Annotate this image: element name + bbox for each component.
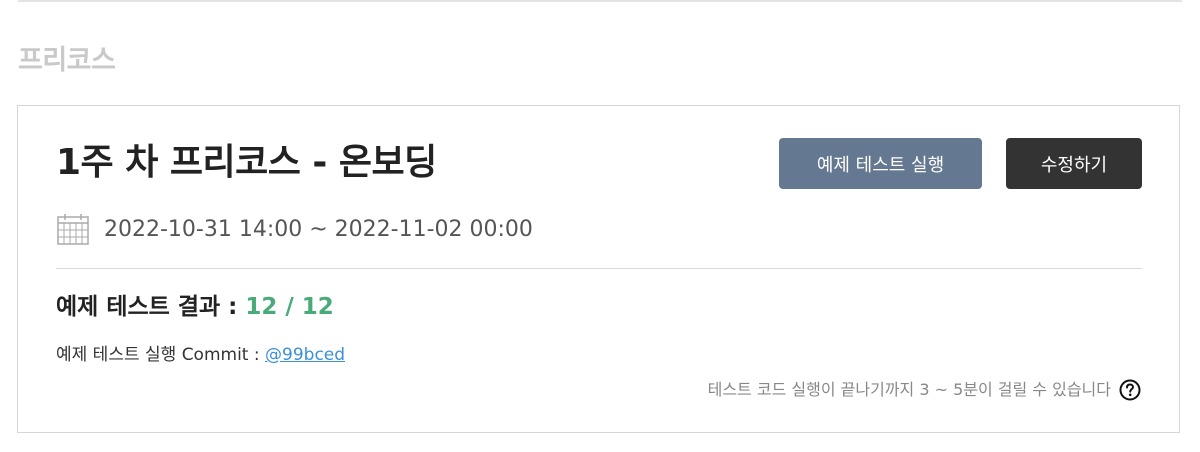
date-range-text: 2022-10-31 14:00 ~ 2022-11-02 00:00 (104, 216, 533, 242)
course-title: 1주 차 프리코스 - 온보딩 (56, 142, 437, 183)
commit-label: 예제 테스트 실행 Commit : (56, 345, 266, 365)
commit-link[interactable]: @99bced (265, 345, 345, 365)
duration-note-row: 테스트 코드 실행이 끝나기까지 3 ~ 5분이 걸릴 수 있습니다 (708, 379, 1141, 401)
calendar-icon (56, 212, 90, 246)
run-example-test-button[interactable]: 예제 테스트 실행 (779, 138, 982, 189)
course-card: 1주 차 프리코스 - 온보딩 예제 테스트 실행 수정하기 2022-10-3… (17, 105, 1180, 433)
section-title: 프리코스 (18, 45, 116, 76)
edit-button[interactable]: 수정하기 (1006, 138, 1142, 189)
duration-note-text: 테스트 코드 실행이 끝나기까지 3 ~ 5분이 걸릴 수 있습니다 (707, 380, 1111, 399)
test-result-label: 예제 테스트 결과 : (56, 294, 246, 320)
date-range-row: 2022-10-31 14:00 ~ 2022-11-02 00:00 (56, 212, 533, 246)
commit-row: 예제 테스트 실행 Commit : @99bced (56, 343, 345, 367)
question-circle-icon[interactable] (1119, 379, 1141, 401)
top-divider (18, 0, 1182, 2)
test-result-row: 예제 테스트 결과 : 12 / 12 (56, 292, 334, 322)
test-result-score: 12 / 12 (245, 294, 334, 320)
card-divider (56, 268, 1142, 269)
